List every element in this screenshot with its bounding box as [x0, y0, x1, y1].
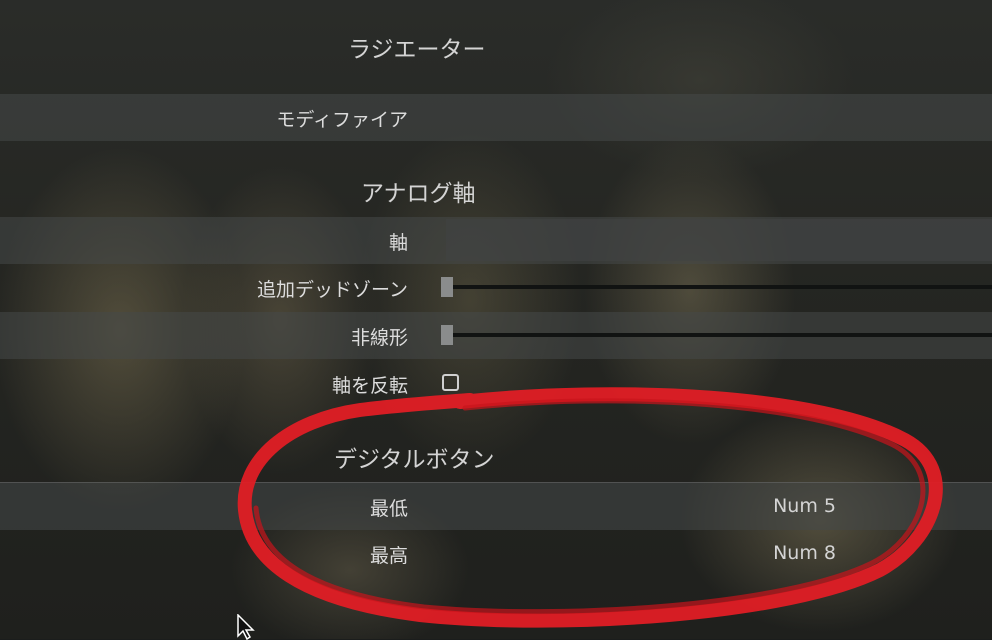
nonlinearity-row: 非線形: [0, 312, 992, 359]
additional-deadzone-row: 追加デッドゾーン: [0, 264, 992, 311]
invert-axis-label: 軸を反転: [331, 375, 408, 397]
max-row[interactable]: 最高 Num 8: [0, 530, 992, 577]
max-binding-value[interactable]: Num 8: [773, 542, 836, 564]
section-title-analog-axis: アナログ軸: [361, 181, 476, 207]
modifier-label: モディファイア: [276, 109, 408, 131]
modifier-row[interactable]: モディファイア: [0, 94, 992, 141]
axis-binding-field[interactable]: [446, 219, 992, 261]
max-label: 最高: [369, 545, 408, 567]
min-label: 最低: [369, 498, 408, 520]
additional-deadzone-label: 追加デッドゾーン: [256, 279, 408, 301]
mouse-cursor-icon: [237, 614, 255, 640]
min-row[interactable]: 最低 Num 5: [0, 482, 992, 530]
invert-axis-row: 軸を反転: [0, 360, 992, 407]
nonlinearity-label: 非線形: [350, 327, 408, 349]
nonlinearity-slider-handle[interactable]: [441, 325, 453, 345]
invert-axis-checkbox[interactable]: [442, 374, 459, 391]
additional-deadzone-slider-handle[interactable]: [441, 277, 453, 297]
axis-label: 軸: [388, 232, 408, 254]
section-title-digital-buttons: デジタルボタン: [334, 447, 495, 473]
axis-row[interactable]: 軸: [0, 217, 992, 264]
nonlinearity-slider-track[interactable]: [452, 333, 992, 337]
min-binding-value[interactable]: Num 5: [773, 495, 836, 517]
additional-deadzone-slider-track[interactable]: [452, 285, 992, 289]
section-title-radiator: ラジエーター: [348, 37, 486, 63]
